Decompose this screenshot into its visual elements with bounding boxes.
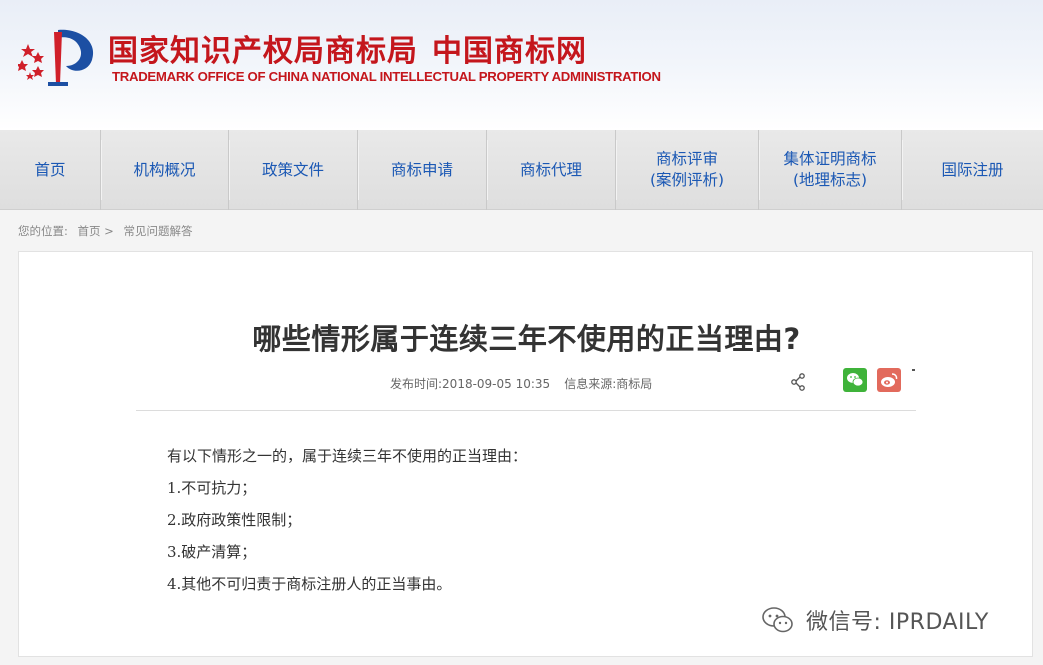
nav-label: 机构概况 (133, 160, 196, 179)
main-nav: 首页 机构概况 政策文件 商标申请 商标代理 商标评审 (案例评析) 集体证明商… (0, 130, 1043, 210)
title-divider (136, 410, 916, 411)
nav-item-about[interactable]: 机构概况 (101, 130, 230, 210)
breadcrumb-current[interactable]: 常见问题解答 (123, 224, 192, 238)
site-header: 国家知识产权局商标局 中国商标网 TRADEMARK OFFICE OF CHIN… (0, 0, 1043, 130)
site-name: 中国商标网 (432, 34, 587, 69)
nav-label: 商标代理 (519, 160, 582, 179)
breadcrumb-home-link[interactable]: 首页 > (78, 224, 114, 238)
nav-label-line1: 集体证明商标 (783, 150, 877, 168)
nav-item-agency[interactable]: 商标代理 (487, 130, 617, 210)
site-title-cn: 国家知识产权局商标局 中国商标网 (108, 26, 587, 70)
nav-item-application[interactable]: 商标申请 (358, 130, 488, 210)
article-paragraph: 4.其他不可归责于商标注册人的正当事由。 (167, 575, 452, 593)
trademark-office-emblem-icon[interactable] (18, 22, 100, 88)
publish-time: 2018-09-05 10:35 (442, 377, 551, 391)
site-title-en: TRADEMARK OFFICE OF CHINA NATIONAL INTEL… (112, 69, 661, 84)
nav-label: 首页 (34, 160, 66, 179)
share-icon[interactable] (790, 373, 806, 391)
publish-label: 发布时间: (390, 377, 443, 391)
wechat-icon (847, 373, 864, 387)
weibo-share-button[interactable] (877, 368, 901, 392)
article-paragraph: 有以下情形之一的，属于连续三年不使用的正当理由： (167, 447, 528, 465)
article-meta: 发布时间:2018-09-05 10:35 信息来源:商标局 (390, 375, 652, 392)
nav-item-international[interactable]: 国际注册 (902, 130, 1043, 210)
source-label: 信息来源: (564, 377, 617, 391)
office-name: 国家知识产权局商标局 (108, 34, 418, 69)
article-card: 哪些情形属于连续三年不使用的正当理由? 发布时间:2018-09-05 10:3… (18, 251, 1033, 657)
wechat-icon (762, 607, 793, 633)
nav-label-line2: (地理标志) (792, 171, 868, 189)
nav-item-collective-marks[interactable]: 集体证明商标 (地理标志) (759, 130, 903, 210)
nav-item-home[interactable]: 首页 (0, 130, 102, 210)
nav-label: 政策文件 (261, 160, 324, 179)
breadcrumb: 您的位置: 首页 > 常见问题解答 (18, 223, 198, 239)
source-value: 商标局 (616, 377, 653, 391)
weibo-icon (881, 373, 898, 387)
wechat-share-button[interactable] (843, 368, 867, 392)
nav-label: 商标申请 (390, 160, 453, 179)
nav-label-line1: 商标评审 (655, 150, 718, 168)
article-paragraph: 3.破产清算； (167, 543, 257, 561)
watermark: 微信号: IPRDAILY (760, 604, 989, 636)
article-title: 哪些情形属于连续三年不使用的正当理由? (252, 322, 801, 356)
article-body: 有以下情形之一的，属于连续三年不使用的正当理由： 1.不可抗力； 2.政府政策性… (167, 440, 527, 600)
nav-item-review[interactable]: 商标评审 (案例评析) (616, 130, 760, 210)
article-paragraph: 1.不可抗力； (167, 479, 257, 497)
nav-item-policy[interactable]: 政策文件 (229, 130, 359, 210)
nav-label-line2: (案例评析) (649, 171, 725, 189)
article-paragraph: 2.政府政策性限制； (167, 511, 302, 529)
nav-label: 国际注册 (941, 160, 1004, 179)
breadcrumb-prefix: 您的位置: (18, 224, 68, 238)
more-indicator (912, 369, 915, 371)
watermark-text: 微信号: IPRDAILY (806, 610, 989, 635)
